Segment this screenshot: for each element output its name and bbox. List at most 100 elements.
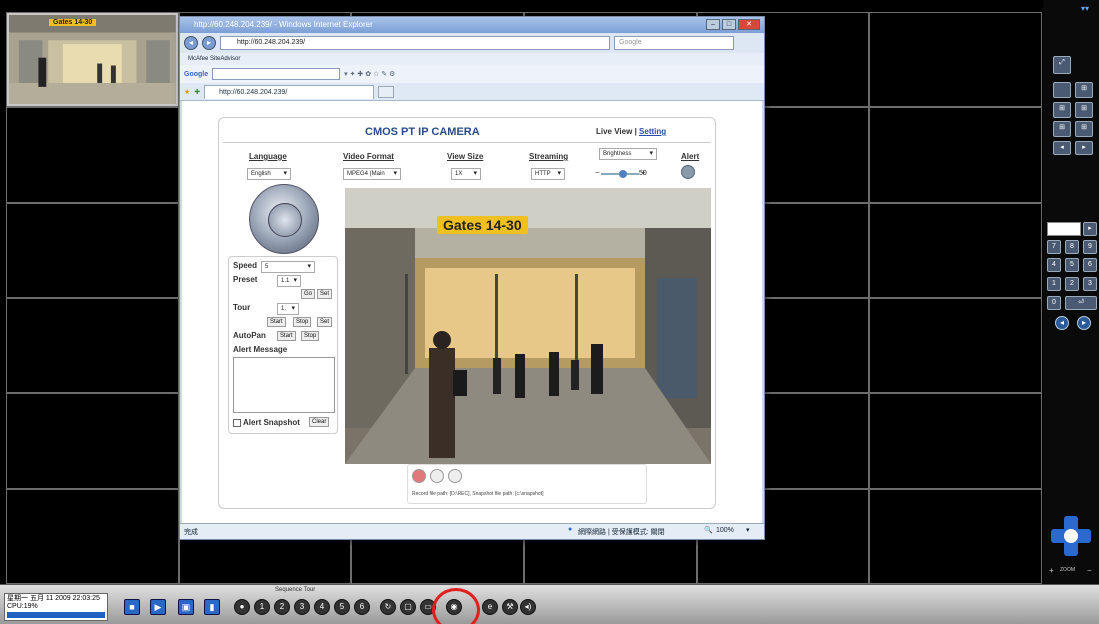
search-input[interactable]: Google <box>614 36 734 50</box>
layout-3x3-button[interactable]: ⊞ <box>1053 102 1071 118</box>
preset-select[interactable]: 1.1 <box>277 275 301 287</box>
sequence-prev-button[interactable]: ◂ <box>1053 141 1071 155</box>
camera-channel-6[interactable] <box>870 13 1041 107</box>
ptz-dpad[interactable] <box>1051 516 1091 556</box>
keypad-1[interactable]: 1 <box>1047 277 1061 291</box>
stop-button[interactable]: ■ <box>124 599 140 615</box>
sequence-next-button[interactable]: ▸ <box>1075 141 1093 155</box>
zoom-dropdown-icon[interactable]: ▾ <box>746 526 750 534</box>
channel-enter-button[interactable]: ▸ <box>1083 222 1097 236</box>
tab-camera[interactable]: http://60.248.204.239/ <box>204 84 375 99</box>
sequence-tour-6[interactable]: 5 <box>334 599 350 615</box>
brightness-knob[interactable] <box>619 170 627 178</box>
tools-icon[interactable]: ⚒ <box>502 599 518 615</box>
camera-channel-30[interactable] <box>870 394 1041 488</box>
keypad-6[interactable]: 6 <box>1083 258 1097 272</box>
setting-link[interactable]: Setting <box>639 127 666 136</box>
ie-titlebar[interactable]: http://60.248.204.239/ - Windows Interne… <box>180 17 764 33</box>
play-button[interactable]: ▶ <box>150 599 166 615</box>
keypad-5[interactable]: 5 <box>1065 258 1079 272</box>
forward-icon[interactable]: ▸ <box>202 36 216 50</box>
language-select[interactable]: English <box>247 168 291 180</box>
tour-select[interactable]: 1. <box>277 303 299 315</box>
keypad-0[interactable]: 0 <box>1047 296 1061 310</box>
autopan-stop-button[interactable]: Stop <box>301 331 320 341</box>
alert-snapshot-checkbox[interactable] <box>233 419 241 427</box>
zoom-out-icon[interactable]: + <box>1049 566 1054 575</box>
alert-icon[interactable] <box>681 165 695 179</box>
ptz-center-button[interactable] <box>268 203 302 237</box>
sequence-tour-7[interactable]: 6 <box>354 599 370 615</box>
camera-channel-1[interactable]: Gates 14-30 <box>7 13 178 107</box>
camera-channel-19[interactable] <box>7 299 178 393</box>
snapshot-button[interactable]: ▣ <box>178 599 194 615</box>
layout-6x6-button[interactable]: ⊞ <box>1075 121 1093 137</box>
sequence-tour-4[interactable]: 3 <box>294 599 310 615</box>
panel-menu-icon[interactable]: ▾▾ <box>1081 4 1095 13</box>
camera-channel-25[interactable] <box>7 394 178 488</box>
save-icon[interactable] <box>448 469 462 483</box>
camera-channel-24[interactable] <box>870 299 1041 393</box>
camera-channel-36[interactable] <box>870 489 1041 583</box>
record-icon[interactable] <box>412 469 426 483</box>
sequence-tour-3[interactable]: 2 <box>274 599 290 615</box>
volume-icon[interactable]: ◂) <box>520 599 536 615</box>
keypad-3[interactable]: 3 <box>1083 277 1097 291</box>
minimize-button[interactable]: – <box>706 19 720 30</box>
google-search-input[interactable] <box>212 68 341 80</box>
camera-channel-12[interactable] <box>870 108 1041 202</box>
address-input[interactable]: http://60.248.204.239/ <box>220 36 610 50</box>
layout-4x4-button[interactable]: ⊞ <box>1075 102 1093 118</box>
tour-stop-button[interactable]: Stop <box>293 317 312 327</box>
alert-message-textarea[interactable] <box>233 357 335 413</box>
status-zone[interactable]: 網際網路 | 受保護模式: 關閉 <box>578 527 665 537</box>
autopan-start-button[interactable]: Start <box>277 331 296 341</box>
channel-number-input[interactable] <box>1047 222 1081 236</box>
live-video-feed[interactable]: Gates 14-30 <box>345 188 711 464</box>
tour-set-button[interactable]: Set <box>317 317 333 327</box>
refresh-icon[interactable]: ↻ <box>380 599 396 615</box>
tour-start-button[interactable]: Start <box>267 317 286 327</box>
ptz-home-icon[interactable] <box>1064 529 1078 543</box>
keypad-8[interactable]: 8 <box>1065 240 1079 254</box>
add-favorite-icon[interactable]: ✚ <box>194 88 200 96</box>
keypad-7[interactable]: 7 <box>1047 240 1061 254</box>
keypad-9[interactable]: 9 <box>1083 240 1097 254</box>
camera-channel-7[interactable] <box>7 108 178 202</box>
keypad-4[interactable]: 4 <box>1047 258 1061 272</box>
window-icon[interactable]: ▢ <box>400 599 416 615</box>
camera-channel-31[interactable] <box>7 489 178 583</box>
mcafee-toolbar[interactable]: McAfee SiteAdvisor <box>180 53 764 65</box>
preset-set-button[interactable]: Set <box>317 289 333 299</box>
ie-icon[interactable]: e <box>482 599 498 615</box>
video-format-select[interactable]: MPEG4 (Main <box>343 168 401 180</box>
forward-icon[interactable]: ▸ <box>1077 316 1091 330</box>
sequence-tour-5[interactable]: 4 <box>314 599 330 615</box>
keypad-enter[interactable]: ⏎ <box>1065 296 1097 310</box>
status-zoom[interactable]: 100% <box>716 527 734 534</box>
layout-2x2-button[interactable]: ⊞ <box>1075 82 1093 98</box>
streaming-select[interactable]: HTTP <box>531 168 565 180</box>
camera-channel-18[interactable] <box>870 203 1041 297</box>
favorites-star-icon[interactable]: ★ <box>184 88 190 96</box>
google-toolbar-icons[interactable]: ▾ ✦ ✚ ✿ ☆ ✎ ⚙ <box>344 70 395 78</box>
sequence-tour-1[interactable]: ● <box>234 599 250 615</box>
fullscreen-button[interactable]: ⤢ <box>1053 56 1071 74</box>
keypad-2[interactable]: 2 <box>1065 277 1079 291</box>
new-tab-button[interactable] <box>378 85 395 98</box>
back-icon[interactable]: ◂ <box>1055 316 1069 330</box>
view-size-select[interactable]: 1X <box>451 168 481 180</box>
maximize-button[interactable]: □ <box>722 19 736 30</box>
sequence-tour-2[interactable]: 1 <box>254 599 270 615</box>
snapshot-icon[interactable] <box>430 469 444 483</box>
brightness-select[interactable]: Brightness <box>599 148 657 160</box>
clear-button[interactable]: Clear <box>309 417 330 427</box>
layout-1x1-button[interactable] <box>1053 82 1071 98</box>
speed-select[interactable]: 5 <box>261 261 315 273</box>
camera-channel-13[interactable] <box>7 203 178 297</box>
preset-go-button[interactable]: Go <box>301 289 316 299</box>
back-icon[interactable]: ◂ <box>184 36 198 50</box>
record-button[interactable]: ▮ <box>204 599 220 615</box>
close-button[interactable]: ✕ <box>738 19 760 30</box>
layout-5x5-button[interactable]: ⊞ <box>1053 121 1071 137</box>
